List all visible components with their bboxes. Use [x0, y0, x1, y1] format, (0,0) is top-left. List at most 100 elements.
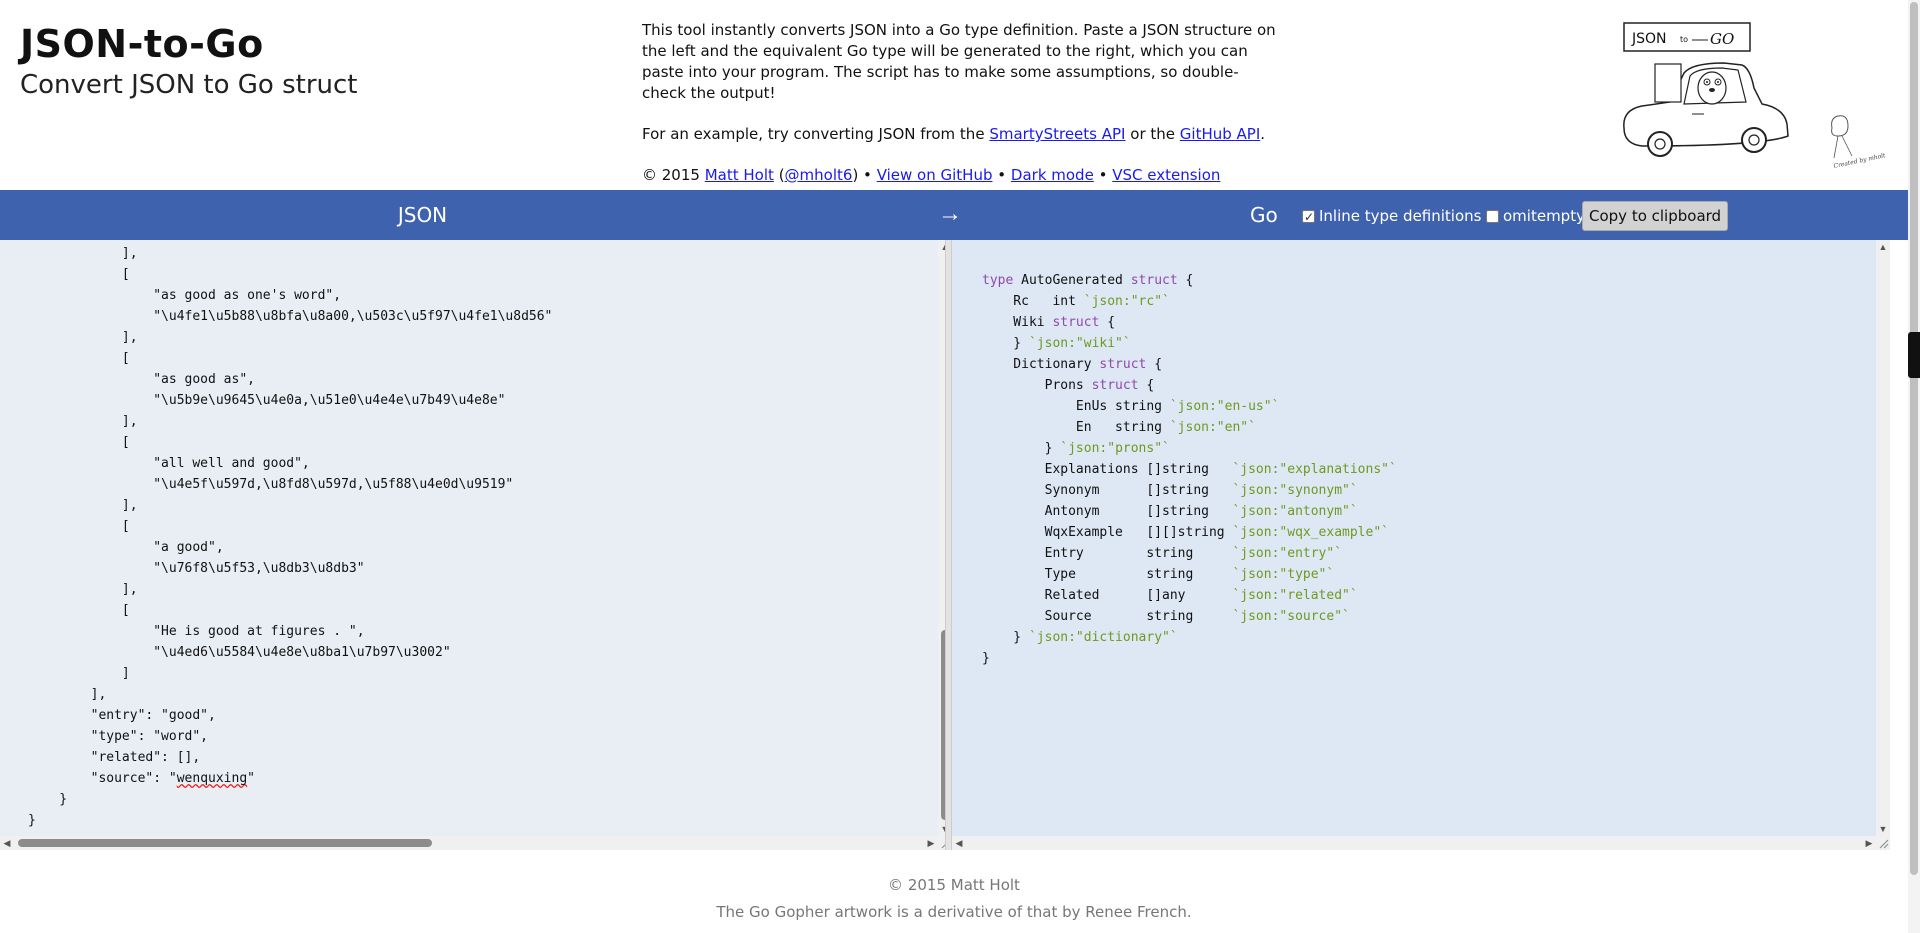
json-code-line[interactable]: ],: [28, 495, 552, 516]
logo-json-text: JSON: [1631, 31, 1667, 47]
example-suffix: .: [1260, 125, 1266, 143]
json-code-line[interactable]: "related": [],: [28, 747, 552, 768]
page-scroll-thumb[interactable]: [1910, 2, 1918, 875]
go-code-line[interactable]: Entry string `json:"entry"`: [982, 543, 1397, 564]
omitempty-checkbox[interactable]: omitempty: [1486, 205, 1585, 227]
json-code-line[interactable]: "\u76f8\u5f53,\u8db3\u8db3": [28, 558, 552, 579]
inline-types-checkbox[interactable]: Inline type definitions: [1302, 205, 1481, 228]
json-code-line[interactable]: [: [28, 348, 552, 369]
twitter-handle-link[interactable]: @mholt6: [785, 166, 853, 184]
github-api-link[interactable]: GitHub API: [1180, 125, 1260, 143]
scroll-down-icon[interactable]: ▼: [1876, 822, 1890, 836]
go-code-line[interactable]: Antonym []string `json:"antonym"`: [982, 501, 1397, 522]
pane-divider[interactable]: [945, 240, 952, 850]
side-extension-tab-icon[interactable]: [1908, 332, 1920, 378]
json-code-line[interactable]: "\u5b9e\u9645\u4e0a,\u51e0\u4e4e\u7b49\u…: [28, 390, 552, 411]
scroll-left-icon[interactable]: ◀: [952, 836, 966, 850]
json-code-line[interactable]: ],: [28, 411, 552, 432]
vsc-extension-link[interactable]: VSC extension: [1112, 166, 1220, 184]
footer-artwork-credit: The Go Gopher artwork is a derivative of…: [716, 903, 1192, 921]
json-code-line[interactable]: "\u4e5f\u597d,\u8fd8\u597d,\u5f88\u4e0d\…: [28, 474, 552, 495]
credits-line: © 2015 Matt Holt (@mholt6) • View on Git…: [642, 165, 1282, 186]
json-code-line[interactable]: "all well and good",: [28, 453, 552, 474]
scroll-right-icon[interactable]: ▶: [1862, 836, 1876, 850]
author-link[interactable]: Matt Holt: [705, 166, 774, 184]
json-code-line[interactable]: "as good as one's word",: [28, 285, 552, 306]
app-title: JSON-to-Go: [20, 22, 264, 66]
go-code-line[interactable]: Wiki struct {: [982, 312, 1397, 333]
json-code-line[interactable]: }: [28, 789, 552, 810]
scroll-up-icon[interactable]: ▲: [1876, 240, 1890, 254]
view-on-github-link[interactable]: View on GitHub: [877, 166, 993, 184]
go-keyword: struct: [1130, 273, 1178, 288]
json-code-line[interactable]: [: [28, 432, 552, 453]
json-code-line[interactable]: "entry": "good",: [28, 705, 552, 726]
json-code-line[interactable]: "type": "word",: [28, 726, 552, 747]
copy-to-clipboard-button[interactable]: Copy to clipboard: [1582, 201, 1729, 231]
go-code-line[interactable]: Rc int `json:"rc"`: [982, 291, 1397, 312]
go-struct-tag: `json:"synonym"`: [1232, 483, 1358, 498]
go-code-line[interactable]: }: [982, 648, 1397, 669]
dark-mode-link[interactable]: Dark mode: [1011, 166, 1094, 184]
go-token: }: [982, 630, 1029, 645]
smartystreets-api-link[interactable]: SmartyStreets API: [989, 125, 1125, 143]
go-token: AutoGenerated: [1013, 273, 1131, 288]
go-token: WqxExample [][]string: [982, 525, 1233, 540]
go-code-line[interactable]: type AutoGenerated struct {: [982, 270, 1397, 291]
go-code-line[interactable]: Synonym []string `json:"synonym"`: [982, 480, 1397, 501]
json-code-line[interactable]: "source": "wenquxing": [28, 768, 552, 789]
go-resize-handle-icon[interactable]: [1876, 836, 1890, 850]
json-code-line[interactable]: ]: [28, 663, 552, 684]
go-vertical-scrollbar[interactable]: ▲ ▼: [1876, 240, 1890, 836]
logo-caption: Created by mholt: [1833, 152, 1887, 170]
json-code-line[interactable]: [: [28, 600, 552, 621]
json-code-line[interactable]: ],: [28, 243, 552, 264]
gopher-car-logo-icon: JSON to GO Created by mholt: [1623, 22, 1887, 170]
go-horizontal-scrollbar[interactable]: ◀ ▶: [952, 836, 1876, 850]
scroll-right-icon[interactable]: ▶: [924, 836, 938, 850]
go-code-line[interactable]: Explanations []string `json:"explanation…: [982, 459, 1397, 480]
go-code-line[interactable]: } `json:"wiki"`: [982, 333, 1397, 354]
json-code-line[interactable]: }: [28, 810, 552, 831]
go-code-line[interactable]: } `json:"prons"`: [982, 438, 1397, 459]
json-hscroll-thumb[interactable]: [18, 839, 432, 847]
go-code-line[interactable]: } `json:"dictionary"`: [982, 627, 1397, 648]
page-scrollbar[interactable]: [1908, 0, 1920, 933]
go-code-line[interactable]: Source string `json:"source"`: [982, 606, 1397, 627]
go-keyword: struct: [1091, 378, 1139, 393]
go-code-line[interactable]: EnUs string `json:"en-us"`: [982, 396, 1397, 417]
omitempty-label: omitempty: [1503, 207, 1585, 225]
spellcheck-word[interactable]: wenquxing: [177, 771, 247, 786]
json-code-line[interactable]: "He is good at figures . ",: [28, 621, 552, 642]
json-code-line[interactable]: ],: [28, 327, 552, 348]
json-code-line[interactable]: [: [28, 516, 552, 537]
go-code-line[interactable]: Dictionary struct {: [982, 354, 1397, 375]
go-struct-tag: `json:"en-us"`: [1169, 399, 1280, 414]
json-horizontal-scrollbar[interactable]: ◀ ▶: [0, 836, 938, 850]
json-code-text[interactable]: ], [ "as good as one's word", "\u4fe1\u5…: [28, 243, 552, 831]
json-input-editor[interactable]: ], [ "as good as one's word", "\u4fe1\u5…: [0, 240, 952, 850]
scroll-left-icon[interactable]: ◀: [0, 836, 14, 850]
go-code-line[interactable]: WqxExample [][]string `json:"wqx_example…: [982, 522, 1397, 543]
go-output-editor[interactable]: type AutoGenerated struct { Rc int `json…: [952, 240, 1890, 850]
go-code-line[interactable]: Related []any `json:"related"`: [982, 585, 1397, 606]
json-code-line[interactable]: ],: [28, 684, 552, 705]
omitempty-check-icon[interactable]: [1486, 209, 1499, 223]
go-code-line[interactable]: En string `json:"en"`: [982, 417, 1397, 438]
json-code-line[interactable]: "as good as",: [28, 369, 552, 390]
go-struct-tag: `json:"wiki"`: [1028, 336, 1131, 351]
go-code-text[interactable]: type AutoGenerated struct { Rc int `json…: [982, 270, 1397, 669]
json-code-line[interactable]: "a good",: [28, 537, 552, 558]
json-code-line[interactable]: "\u4ed6\u5584\u4e8e\u8ba1\u7b97\u3002": [28, 642, 552, 663]
example-prefix: For an example, try converting JSON from…: [642, 125, 985, 143]
json-code-line[interactable]: [: [28, 264, 552, 285]
logo-go-text: GO: [1710, 30, 1734, 48]
go-keyword: struct: [1052, 315, 1100, 330]
example-middle: or the: [1130, 125, 1175, 143]
credits-prefix: © 2015: [642, 166, 700, 184]
go-code-line[interactable]: Type string `json:"type"`: [982, 564, 1397, 585]
go-code-line[interactable]: Prons struct {: [982, 375, 1397, 396]
inline-types-check-icon[interactable]: [1302, 206, 1315, 228]
json-code-line[interactable]: "\u4fe1\u5b88\u8bfa\u8a00,\u503c\u5f97\u…: [28, 306, 552, 327]
json-code-line[interactable]: ],: [28, 579, 552, 600]
